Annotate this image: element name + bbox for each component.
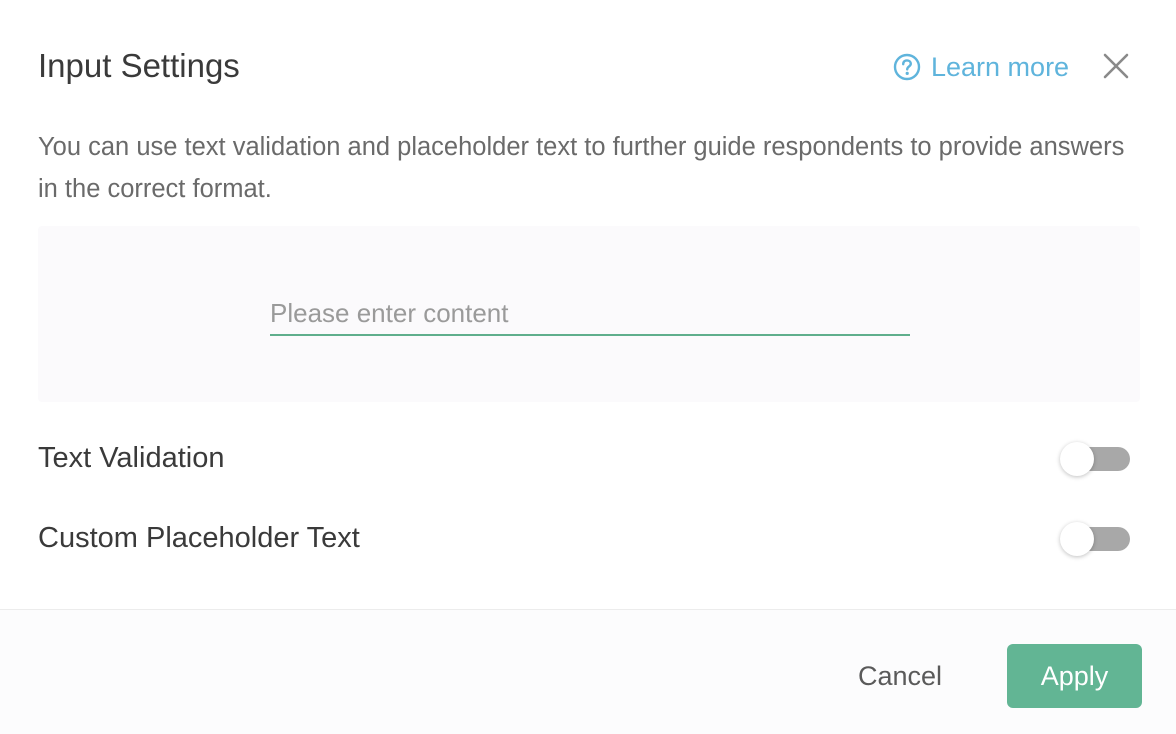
question-circle-icon	[893, 53, 921, 81]
dialog-title: Input Settings	[38, 47, 240, 84]
text-validation-label: Text Validation	[38, 442, 225, 474]
custom-placeholder-toggle[interactable]	[1058, 522, 1130, 556]
input-preview-panel	[38, 226, 1140, 402]
close-icon	[1103, 53, 1129, 79]
setting-text-validation: Text Validation	[38, 436, 1132, 480]
apply-button[interactable]: Apply	[1007, 644, 1142, 708]
learn-more-link[interactable]: Learn more	[893, 50, 1069, 84]
dialog-footer: Cancel Apply	[0, 610, 1176, 734]
toggle-knob	[1060, 522, 1094, 556]
dialog-description: You can use text validation and placehol…	[38, 133, 1125, 203]
close-button[interactable]	[1100, 50, 1132, 82]
custom-placeholder-label: Custom Placeholder Text	[38, 522, 360, 554]
preview-content-input[interactable]	[270, 292, 910, 336]
toggle-knob	[1060, 442, 1094, 476]
setting-custom-placeholder: Custom Placeholder Text	[38, 516, 1132, 560]
cancel-button[interactable]: Cancel	[830, 644, 970, 708]
input-settings-dialog: Input Settings Learn more You can use te…	[0, 0, 1176, 734]
learn-more-label: Learn more	[931, 51, 1070, 82]
text-validation-toggle[interactable]	[1058, 442, 1130, 476]
